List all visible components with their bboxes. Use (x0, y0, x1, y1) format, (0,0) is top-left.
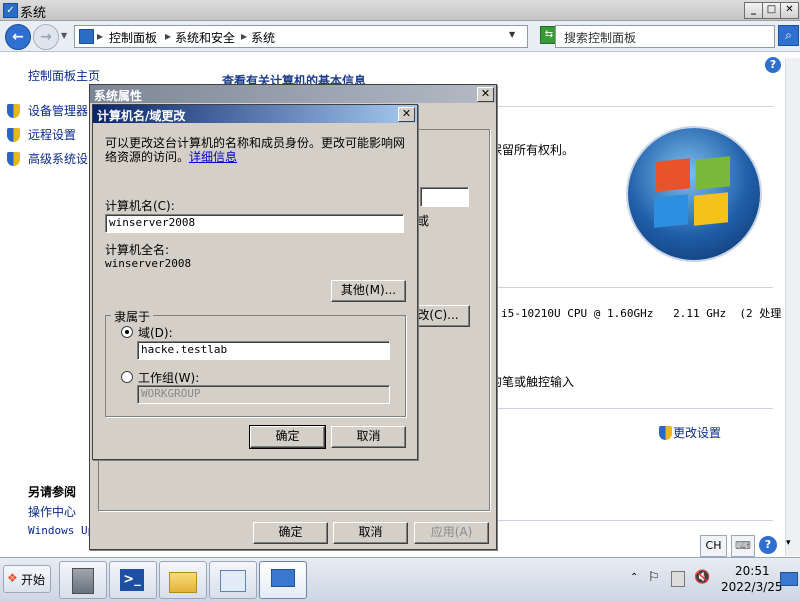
action-center-flag-icon[interactable]: ⚐ (648, 570, 660, 585)
divider (495, 408, 773, 409)
domain-radio[interactable] (121, 326, 133, 338)
breadcrumb-system-security[interactable]: 系统和安全 (175, 29, 235, 46)
breadcrumb-system[interactable]: 系统 (251, 29, 275, 46)
search-placeholder: 搜索控制面板 (564, 31, 637, 45)
shield-icon (7, 128, 20, 142)
shield-icon (659, 426, 672, 440)
maximize-button[interactable]: □ (762, 2, 781, 19)
address-bar[interactable]: ▸ 控制面板 ▸ 系统和安全 ▸ 系统 ▼ (74, 25, 528, 48)
window-titlebar: ✓ 系统 _ □ ✕ (0, 0, 800, 21)
clock-time[interactable]: 20:51 (735, 564, 770, 578)
system-icon: ✓ (3, 3, 18, 18)
description-field[interactable] (420, 187, 469, 207)
minimize-button[interactable]: _ (744, 2, 763, 19)
ok-button[interactable]: 确定 (249, 425, 326, 449)
shield-icon (7, 152, 20, 166)
history-dropdown-icon[interactable]: ▼ (61, 31, 67, 40)
volume-muted-icon[interactable]: 🔇 (694, 570, 710, 585)
computer-name-dialog: 计算机名/域更改 ✕ 可以更改这台计算机的名称和成员身份。更改可能影响网络资源的… (92, 104, 418, 460)
windows-logo-icon (628, 128, 760, 260)
full-name-label: 计算机全名: (105, 243, 170, 257)
workgroup-radio[interactable] (121, 371, 133, 383)
shield-icon (7, 104, 20, 118)
crumb-separator: ▸ (165, 29, 172, 43)
language-indicator[interactable]: CH (700, 535, 727, 557)
see-also-title: 另请参阅 (28, 485, 77, 499)
control-panel-icon (79, 29, 94, 44)
powershell-icon[interactable]: >_ (109, 561, 157, 599)
change-settings-link[interactable]: 更改设置 (673, 424, 721, 441)
rights-text: 保留所有权利。 (490, 143, 575, 157)
explorer-folder-icon[interactable] (159, 561, 207, 599)
start-label: 开始 (21, 573, 46, 587)
options-icon[interactable]: ▾ (786, 538, 791, 548)
computer-name-titlebar: 计算机名/域更改 ✕ (93, 105, 417, 123)
divider (495, 106, 773, 107)
start-button[interactable]: ❖ 开始 (3, 565, 51, 593)
domain-label: 域(D): (138, 326, 173, 340)
system-window-taskbar-icon[interactable] (259, 561, 307, 599)
window-title: 系统 (20, 6, 47, 21)
system-ok-button[interactable]: 确定 (253, 522, 328, 544)
crumb-separator: ▸ (97, 29, 104, 43)
system-properties-title: 系统属性 (94, 89, 143, 103)
back-arrow-icon[interactable]: ← (5, 24, 31, 50)
action-center-link[interactable]: 操作中心 (28, 503, 76, 520)
search-icon[interactable]: ⌕ (778, 25, 799, 46)
dialog-description: 可以更改这台计算机的名称和成员身份。更改可能影响网络资源的访问。详细信息 (105, 136, 405, 164)
workgroup-label: 工作组(W): (138, 371, 200, 385)
windows-flag-icon: ❖ (7, 571, 18, 585)
description-text: 可以更改这台计算机的名称和成员身份。更改可能影响网络资源的访问。 (105, 136, 406, 164)
show-desktop-icon[interactable] (780, 572, 798, 586)
remote-settings-link[interactable]: 远程设置 (28, 126, 76, 143)
control-panel-home-link[interactable]: 控制面板主页 (28, 67, 100, 84)
close-icon[interactable]: ✕ (398, 107, 415, 122)
address-dropdown-icon[interactable]: ▼ (509, 30, 515, 39)
more-info-link[interactable]: 详细信息 (189, 150, 237, 164)
keyboard-icon[interactable]: ⌨ (731, 535, 755, 557)
more-button[interactable]: 其他(M)... (331, 280, 406, 302)
bg-partial-text: 或 (417, 214, 430, 228)
system-properties-titlebar: 系统属性 ✕ (90, 85, 496, 103)
cancel-button[interactable]: 取消 (331, 426, 406, 448)
help-icon[interactable]: ? (759, 536, 777, 554)
divider (495, 287, 773, 288)
pen-input-text: 的笔或触控输入 (490, 375, 575, 389)
computer-name-title: 计算机名/域更改 (97, 109, 186, 123)
apply-button[interactable]: 应用(A) (414, 522, 489, 544)
tray-expand-icon[interactable]: ⌃ (630, 572, 638, 583)
breadcrumb-control-panel[interactable]: 控制面板 (109, 29, 157, 46)
search-input[interactable]: 搜索控制面板 (555, 25, 775, 48)
crumb-separator: ▸ (241, 29, 248, 43)
system-cancel-button[interactable]: 取消 (333, 522, 408, 544)
device-manager-link[interactable]: 设备管理器 (28, 102, 88, 119)
computer-name-input[interactable]: winserver2008 (105, 214, 404, 233)
processor-text: i5-10210U CPU @ 1.60GHz 2.11 GHz (2 处理 (501, 307, 782, 320)
advanced-settings-link[interactable]: 高级系统设 (28, 150, 88, 167)
scrollbar[interactable] (785, 58, 800, 556)
member-of-label: 隶属于 (111, 308, 154, 325)
server-manager-icon[interactable] (59, 561, 107, 599)
workgroup-input[interactable]: WORKGROUP (137, 385, 390, 404)
forward-arrow-icon[interactable]: → (33, 24, 59, 50)
help-icon[interactable]: ? (765, 57, 781, 73)
close-icon[interactable]: ✕ (477, 87, 494, 102)
full-name-value: winserver2008 (105, 257, 192, 270)
close-button[interactable]: ✕ (780, 2, 799, 19)
clock-date[interactable]: 2022/3/25 (721, 580, 783, 594)
divider (495, 520, 773, 521)
control-panel-taskbar-icon[interactable] (209, 561, 257, 599)
domain-input[interactable]: hacke.testlab (137, 341, 390, 360)
network-icon[interactable] (671, 571, 685, 587)
windows-update-link[interactable]: Windows Up (28, 524, 94, 537)
computer-name-label: 计算机名(C): (105, 199, 175, 213)
